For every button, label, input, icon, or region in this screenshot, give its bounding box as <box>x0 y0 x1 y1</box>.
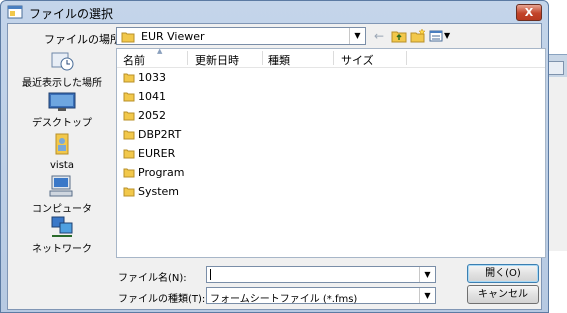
open-button[interactable]: 開く(O) <box>467 264 539 283</box>
look-in-dropdown[interactable]: EUR Viewer ▼ <box>116 27 366 45</box>
look-in-value: EUR Viewer <box>141 30 205 43</box>
column-header-name[interactable]: 名前 <box>123 52 145 68</box>
new-folder-icon[interactable] <box>410 29 426 43</box>
place-label: コンピュータ <box>32 204 92 215</box>
column-header-size[interactable]: サイズ <box>341 52 374 68</box>
file-open-dialog: ファイルの選択 X ファイルの場所(I): EUR Viewer ▼ ← ▼ 最… <box>0 0 549 313</box>
column-header-modified[interactable]: 更新日時 <box>195 52 239 68</box>
computer-icon <box>49 175 73 197</box>
file-row[interactable]: EURER <box>123 146 323 162</box>
file-row[interactable]: Program <box>123 165 323 181</box>
file-row[interactable]: 2052 <box>123 108 323 124</box>
chevron-down-icon[interactable]: ▼ <box>444 29 450 43</box>
folder-icon <box>123 187 135 197</box>
place-recent[interactable]: 最近表示した場所 <box>10 50 114 89</box>
filetype-label: ファイルの種類(T): <box>118 294 206 305</box>
place-label: vista <box>50 160 74 171</box>
column-header-type[interactable]: 種類 <box>268 52 290 68</box>
file-row[interactable]: System <box>123 184 323 200</box>
places-bar: 最近表示した場所 デスクトップ vista コンピュータ ネットワーク <box>10 48 114 255</box>
file-list[interactable]: 名前 ▲ 更新日時 種類 サイズ 1033 1041 2052 DBP2RT E… <box>116 47 546 258</box>
cancel-button[interactable]: キャンセル <box>467 285 539 304</box>
view-menu-icon[interactable] <box>429 29 443 43</box>
dialog-body: ファイルの場所(I): EUR Viewer ▼ ← ▼ 最近表示した場所 デス… <box>7 23 546 310</box>
filetype-value: フォームシートファイル (*.fms) <box>210 294 358 305</box>
text-cursor <box>210 269 211 280</box>
folder-icon <box>123 168 135 178</box>
place-desktop[interactable]: デスクトップ <box>10 92 114 129</box>
file-name: System <box>138 185 180 198</box>
file-name: 1041 <box>138 90 166 103</box>
sort-ascending-icon: ▲ <box>157 47 163 55</box>
column-divider[interactable] <box>187 51 188 65</box>
column-divider[interactable] <box>262 51 263 65</box>
background-window-icon <box>548 61 564 75</box>
up-folder-icon[interactable] <box>391 29 407 43</box>
filename-input[interactable]: ▼ <box>206 266 436 283</box>
dialog-title: ファイルの選択 <box>29 7 114 21</box>
dialog-app-icon <box>7 5 23 19</box>
folder-icon <box>123 111 135 121</box>
folder-icon <box>123 149 135 159</box>
file-name: 1033 <box>138 71 166 84</box>
place-computer[interactable]: コンピュータ <box>10 174 114 215</box>
folder-icon <box>123 130 135 140</box>
recent-places-icon <box>51 52 74 71</box>
place-vista[interactable]: vista <box>10 130 114 171</box>
folder-icon <box>123 73 135 83</box>
column-divider[interactable] <box>406 51 407 65</box>
file-row[interactable]: 1033 <box>123 70 323 86</box>
file-name: 2052 <box>138 109 166 122</box>
user-folder-icon <box>55 133 69 155</box>
column-divider[interactable] <box>333 51 334 65</box>
file-name: Program <box>138 166 185 179</box>
place-label: 最近表示した場所 <box>22 78 102 89</box>
close-button[interactable]: X <box>516 4 542 21</box>
folder-icon <box>121 32 135 43</box>
file-row[interactable]: DBP2RT <box>123 127 323 143</box>
chevron-down-icon[interactable]: ▼ <box>349 28 365 44</box>
back-button[interactable]: ← <box>374 29 384 43</box>
place-label: デスクトップ <box>32 118 92 129</box>
file-row[interactable]: 1041 <box>123 89 323 105</box>
file-name: DBP2RT <box>138 128 182 141</box>
place-network[interactable]: ネットワーク <box>10 216 114 255</box>
folder-icon <box>123 92 135 102</box>
filetype-dropdown[interactable]: フォームシートファイル (*.fms) ▼ <box>206 287 436 305</box>
chevron-down-icon[interactable]: ▼ <box>419 267 435 282</box>
place-label: ネットワーク <box>32 244 92 255</box>
network-icon <box>51 216 73 237</box>
column-header-row: 名前 ▲ 更新日時 種類 サイズ <box>117 47 545 68</box>
desktop-icon <box>48 92 76 111</box>
filename-label: ファイル名(N): <box>118 273 187 284</box>
file-name: EURER <box>138 147 176 160</box>
chevron-down-icon[interactable]: ▼ <box>419 288 435 303</box>
title-bar: ファイルの選択 X <box>1 1 548 23</box>
